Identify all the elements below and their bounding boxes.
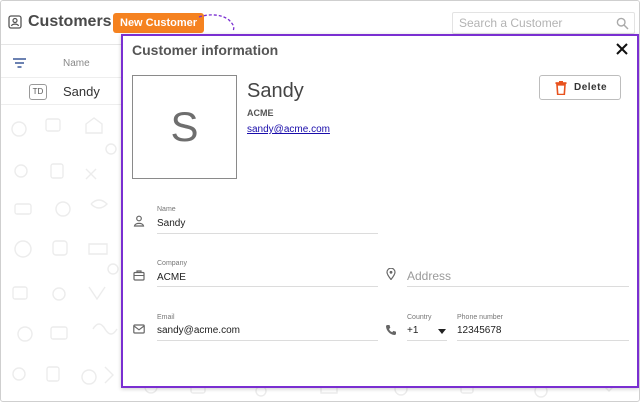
customer-email-link[interactable]: sandy@acme.com [247,124,330,135]
caret-down-icon[interactable] [438,329,446,334]
photo-initial: S [170,103,199,150]
email-label: Email [157,314,175,321]
trash-icon [555,81,567,95]
row-name: Sandy [63,84,100,99]
delete-button[interactable]: Delete [539,75,621,100]
column-header-name[interactable]: Name [63,58,90,69]
customer-company: ACME [247,108,274,118]
address-field[interactable]: Address [407,269,451,283]
name-label: Name [157,206,176,213]
email-underline [157,340,378,341]
company-underline [157,286,378,287]
search-input[interactable] [453,13,613,33]
contact-card-icon [8,15,22,29]
address-underline [407,286,629,287]
customer-name: Sandy [247,80,304,102]
table-row[interactable]: TD Sandy [1,77,123,105]
search-box [452,12,635,34]
name-field[interactable]: Sandy [157,218,185,229]
avatar: TD [29,84,47,100]
app-window: Customers New Customer Name TD Sandy [0,0,640,402]
country-underline [407,340,447,341]
email-field[interactable]: sandy@acme.com [157,325,240,336]
phone-field[interactable]: 12345678 [457,325,502,336]
name-underline [157,233,378,234]
country-select[interactable]: +1 [407,325,418,336]
phone-icon [386,325,396,335]
dashed-connector [198,14,235,32]
mail-icon [133,324,145,334]
delete-label: Delete [574,82,608,93]
list-header: Name [1,53,123,75]
location-pin-icon [386,268,396,280]
close-icon[interactable] [615,42,629,56]
phone-label: Phone number [457,314,503,321]
filter-icon[interactable] [13,58,26,68]
search-icon[interactable] [616,17,629,30]
phone-underline [457,340,629,341]
new-customer-button[interactable]: New Customer [113,13,205,33]
briefcase-icon [133,270,145,281]
customer-photo[interactable]: S [132,75,237,179]
person-icon [133,215,145,227]
country-label: Country [407,314,432,321]
page-title: Customers [28,13,112,30]
company-label: Company [157,260,187,267]
customer-info-dialog: Customer information S Sandy ACME sandy@… [121,34,639,388]
dialog-title: Customer information [132,42,279,58]
company-field[interactable]: ACME [157,272,186,283]
